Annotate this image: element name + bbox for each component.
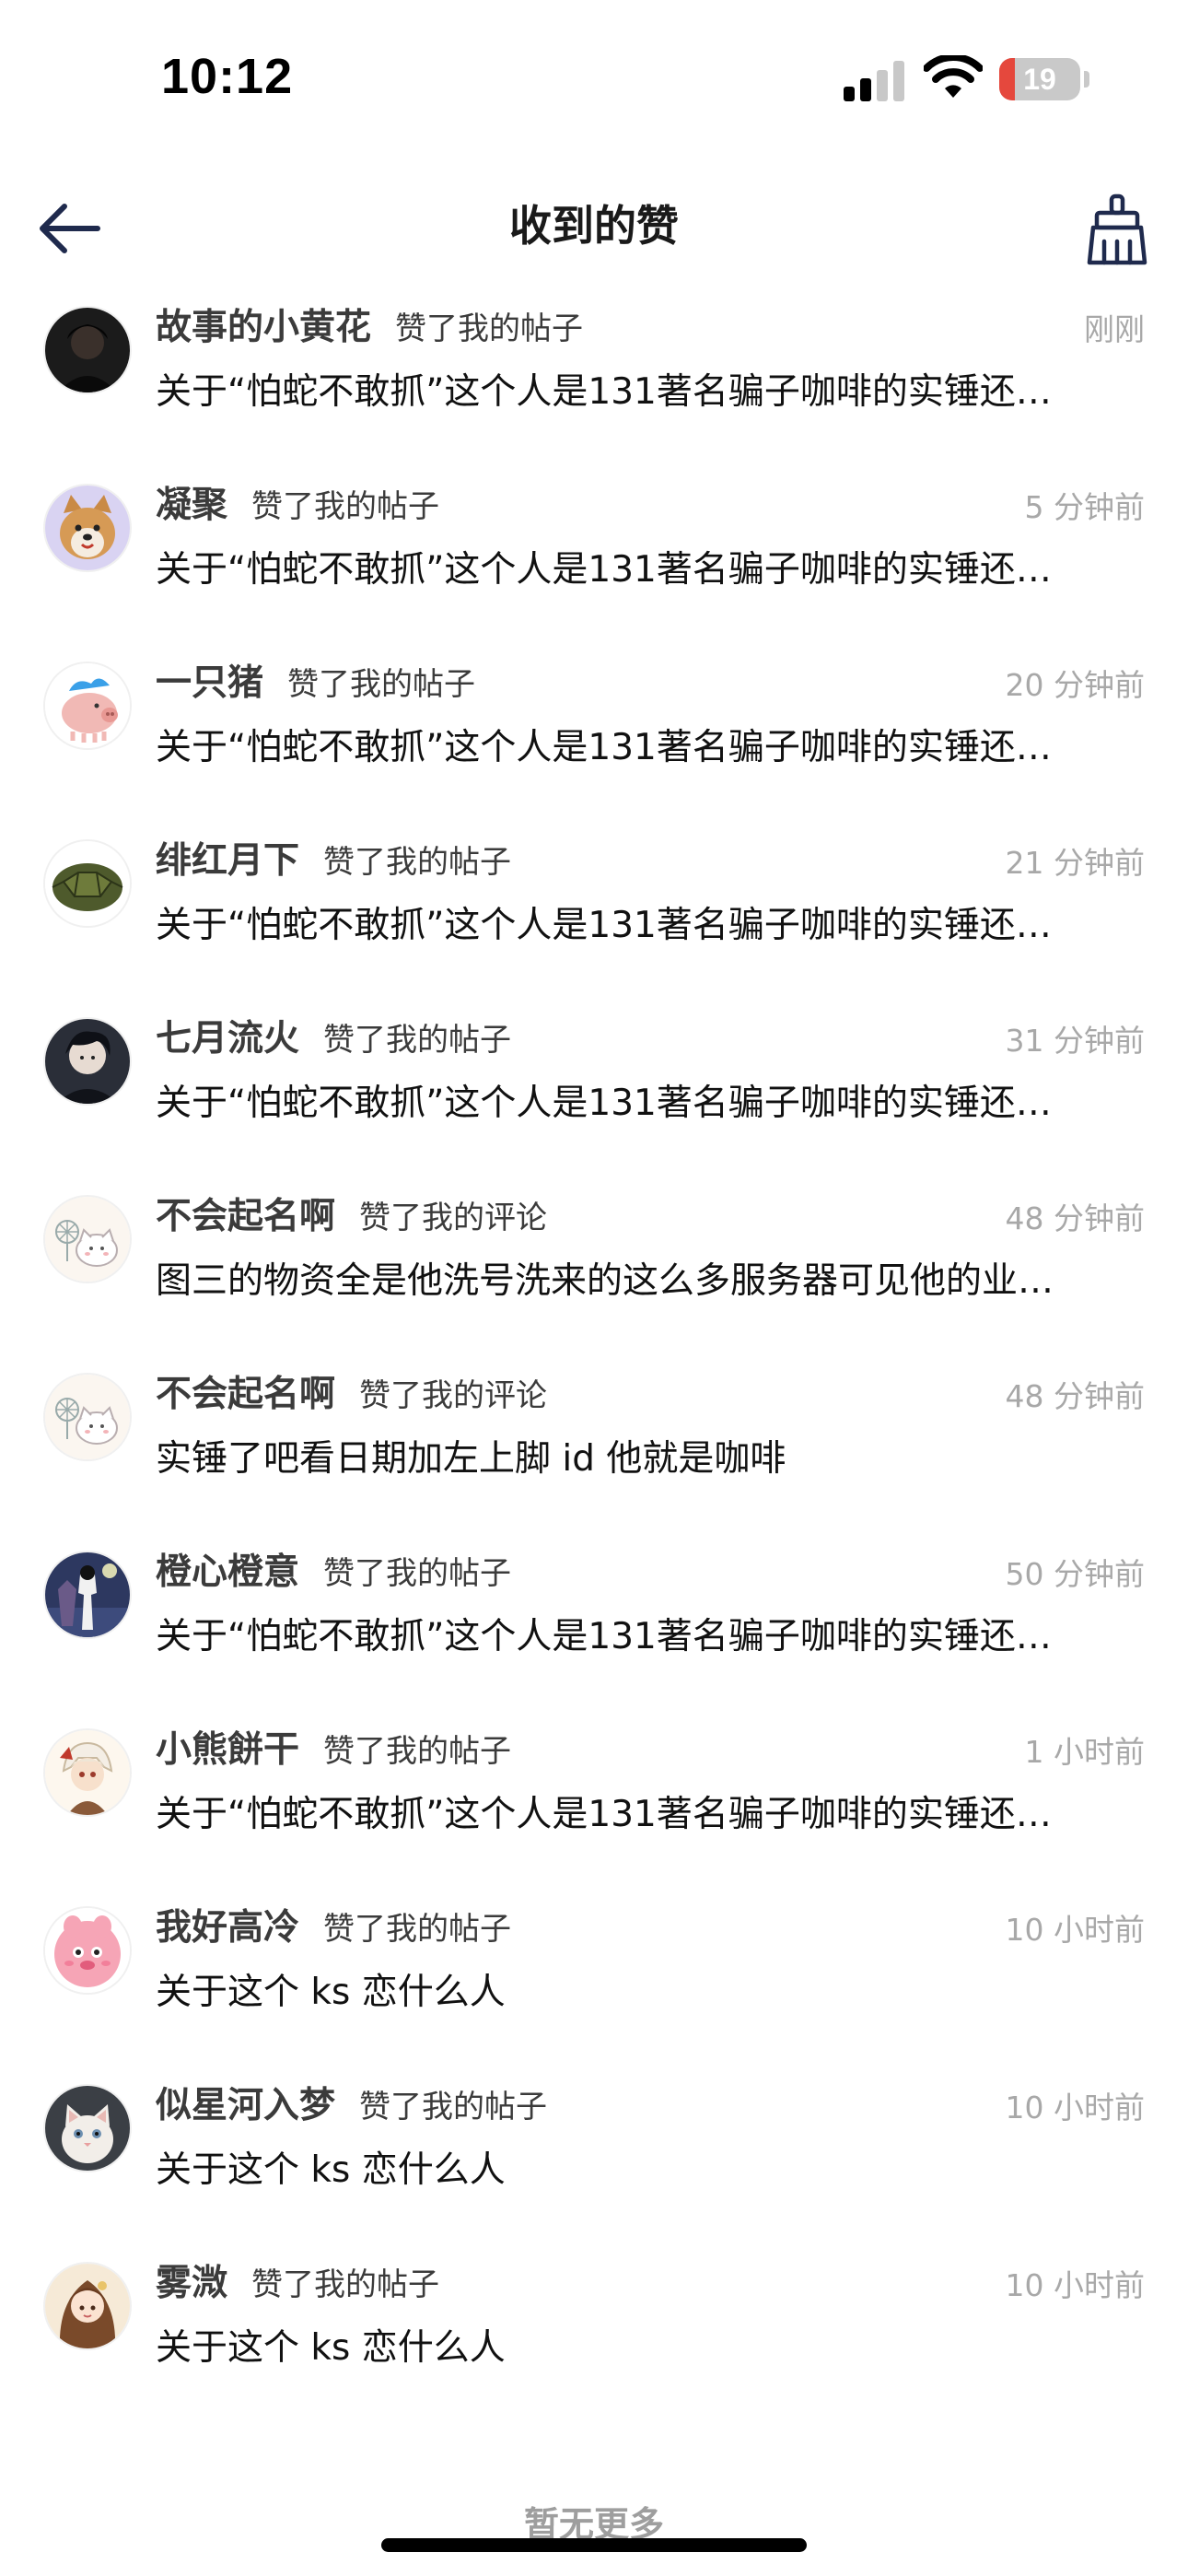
avatar-anime-girl[interactable] xyxy=(45,2264,130,2348)
user-name-line: 凝聚 赞了我的帖子 xyxy=(156,482,439,531)
user-name[interactable]: 小熊餅干 xyxy=(156,1729,299,1771)
user-name-line: 一只猪 赞了我的帖子 xyxy=(156,660,475,708)
avatar-white-kitten[interactable] xyxy=(45,2086,130,2171)
like-action-text: 赞了我的帖子 xyxy=(323,1911,512,1948)
user-name[interactable]: 不会起名啊 xyxy=(156,1374,335,1415)
avatar-pink-pig[interactable] xyxy=(45,663,130,748)
user-name[interactable]: 我好高冷 xyxy=(156,1907,299,1949)
wifi-icon xyxy=(924,55,983,98)
like-timestamp: 1 小时前 xyxy=(1024,1734,1146,1770)
like-action-text: 赞了我的帖子 xyxy=(251,488,440,525)
avatar-pink-blob[interactable] xyxy=(45,1908,130,1993)
content-snippet[interactable]: 关于这个 ks 恋什么人 xyxy=(156,2145,1145,2196)
user-name-line: 橙心橙意 赞了我的帖子 xyxy=(156,1549,511,1598)
content-snippet[interactable]: 关于“怕蛇不敢抓”这个人是131著名骗子咖啡的实锤还… xyxy=(156,544,1145,596)
broom-icon[interactable] xyxy=(1085,193,1149,265)
status-bar: 10:12 19 xyxy=(0,0,1188,157)
avatar-night-figure[interactable] xyxy=(45,1552,130,1637)
avatar-anime-boy[interactable] xyxy=(45,1019,130,1104)
content-snippet[interactable]: 关于“怕蛇不敢抓”这个人是131著名骗子咖啡的实锤还… xyxy=(156,1078,1145,1130)
like-action-text: 赞了我的帖子 xyxy=(323,1555,512,1592)
like-item[interactable]: 不会起名啊 赞了我的评论 48 分钟前图三的物资全是他洗号洗来的这么多服务器可见他的… xyxy=(0,1184,1188,1362)
user-name[interactable]: 凝聚 xyxy=(156,485,227,526)
like-action-text: 赞了我的帖子 xyxy=(359,2089,548,2125)
battery-cap xyxy=(1084,71,1089,88)
like-timestamp: 5 分钟前 xyxy=(1024,489,1146,525)
like-timestamp: 10 小时前 xyxy=(1005,2090,1145,2125)
user-name[interactable]: 橙心橙意 xyxy=(156,1551,299,1593)
avatar-turtle-shell[interactable] xyxy=(45,841,130,926)
like-action-text: 赞了我的帖子 xyxy=(323,1022,512,1059)
battery-icon: 19 xyxy=(999,58,1080,100)
status-time: 10:12 xyxy=(161,49,294,104)
like-item[interactable]: 雾溦 赞了我的帖子 10 小时前关于这个 ks 恋什么人 xyxy=(0,2251,1188,2429)
likes-list: 故事的小黄花 赞了我的帖子 刚刚 关于“怕蛇不敢抓”这个人是131著名骗子咖啡的实锤还… xyxy=(0,295,1188,2429)
content-snippet[interactable]: 实锤了吧看日期加左上脚 id 他就是咖啡 xyxy=(156,1434,1145,1485)
like-action-text: 赞了我的帖子 xyxy=(251,2266,440,2303)
content-snippet[interactable]: 关于这个 ks 恋什么人 xyxy=(156,1967,1145,2019)
like-item[interactable]: 凝聚 赞了我的帖子 5 分钟前关于“怕蛇不敢抓”这个人是131著名骗子咖啡的实锤还… xyxy=(0,473,1188,650)
home-indicator[interactable] xyxy=(381,2538,807,2552)
content-snippet[interactable]: 关于“怕蛇不敢抓”这个人是131著名骗子咖啡的实锤还… xyxy=(156,1611,1145,1663)
content-snippet[interactable]: 关于这个 ks 恋什么人 xyxy=(156,2323,1145,2374)
user-name-line: 我好高冷 赞了我的帖子 xyxy=(156,1904,511,1953)
user-name-line: 七月流火 赞了我的帖子 xyxy=(156,1015,511,1064)
like-timestamp: 21 分钟前 xyxy=(1005,845,1145,881)
like-action-text: 赞了我的帖子 xyxy=(323,844,512,881)
battery-level: 19 xyxy=(1023,63,1056,96)
user-name-line: 小熊餅干 赞了我的帖子 xyxy=(156,1727,511,1775)
like-action-text: 赞了我的帖子 xyxy=(323,1733,512,1770)
user-name[interactable]: 七月流火 xyxy=(156,1018,299,1060)
user-name-line: 故事的小黄花 赞了我的帖子 xyxy=(156,304,583,353)
like-item[interactable]: 七月流火 赞了我的帖子 31 分钟前关于“怕蛇不敢抓”这个人是131著名骗子咖啡的实… xyxy=(0,1006,1188,1184)
like-item[interactable]: 故事的小黄花 赞了我的帖子 刚刚关于“怕蛇不敢抓”这个人是131著名骗子咖啡的实锤还… xyxy=(0,295,1188,473)
content-snippet[interactable]: 关于“怕蛇不敢抓”这个人是131著名骗子咖啡的实锤还… xyxy=(156,722,1145,774)
like-action-text: 赞了我的评论 xyxy=(359,1200,548,1236)
user-name[interactable]: 不会起名啊 xyxy=(156,1196,335,1237)
like-timestamp: 刚刚 xyxy=(1084,311,1145,347)
like-action-text: 赞了我的评论 xyxy=(359,1377,548,1414)
like-timestamp: 10 小时前 xyxy=(1005,2267,1145,2303)
like-timestamp: 10 小时前 xyxy=(1005,1912,1145,1948)
user-name-line: 雾溦 赞了我的帖子 xyxy=(156,2260,439,2309)
like-item[interactable]: 我好高冷 赞了我的帖子 10 小时前关于这个 ks 恋什么人 xyxy=(0,1895,1188,2073)
like-action-text: 赞了我的帖子 xyxy=(395,310,584,347)
content-snippet[interactable]: 关于“怕蛇不敢抓”这个人是131著名骗子咖啡的实锤还… xyxy=(156,367,1145,418)
content-snippet[interactable]: 关于“怕蛇不敢抓”这个人是131著名骗子咖啡的实锤还… xyxy=(156,1789,1145,1841)
avatar-dark-portrait[interactable] xyxy=(45,308,130,392)
user-name-line: 不会起名啊 赞了我的评论 xyxy=(156,1193,547,1242)
avatar-shiba-dog[interactable] xyxy=(45,486,130,570)
user-name[interactable]: 故事的小黄花 xyxy=(156,307,371,348)
avatar-anime-character[interactable] xyxy=(45,1730,130,1815)
user-name[interactable]: 绯红月下 xyxy=(156,840,299,882)
page-title: 收到的赞 xyxy=(509,201,679,251)
user-name[interactable]: 一只猪 xyxy=(156,662,263,704)
like-timestamp: 48 分钟前 xyxy=(1005,1200,1145,1236)
user-name[interactable]: 似星河入梦 xyxy=(156,2085,335,2126)
like-timestamp: 20 分钟前 xyxy=(1005,667,1145,703)
user-name[interactable]: 雾溦 xyxy=(156,2263,227,2304)
signal-icon xyxy=(844,61,904,101)
like-timestamp: 31 分钟前 xyxy=(1005,1023,1145,1059)
avatar-white-cat-sketch[interactable] xyxy=(45,1375,130,1459)
like-action-text: 赞了我的帖子 xyxy=(287,666,476,703)
like-item[interactable]: 绯红月下 赞了我的帖子 21 分钟前关于“怕蛇不敢抓”这个人是131著名骗子咖啡的实… xyxy=(0,828,1188,1006)
like-item[interactable]: 不会起名啊 赞了我的评论 48 分钟前实锤了吧看日期加左上脚 id 他就是咖啡 xyxy=(0,1362,1188,1540)
likes-received-screen: 10:12 19 收到的赞 故事的小黄花 赞了我的帖子 刚刚 关于“怕蛇不敢抓”… xyxy=(0,0,1188,2576)
like-timestamp: 50 分钟前 xyxy=(1005,1556,1145,1592)
content-snippet[interactable]: 关于“怕蛇不敢抓”这个人是131著名骗子咖啡的实锤还… xyxy=(156,900,1145,952)
like-item[interactable]: 一只猪 赞了我的帖子 20 分钟前关于“怕蛇不敢抓”这个人是131著名骗子咖啡的实锤… xyxy=(0,650,1188,828)
like-item[interactable]: 小熊餅干 赞了我的帖子 1 小时前关于“怕蛇不敢抓”这个人是131著名骗子咖啡的实锤… xyxy=(0,1717,1188,1895)
user-name-line: 绯红月下 赞了我的帖子 xyxy=(156,837,511,886)
content-snippet[interactable]: 图三的物资全是他洗号洗来的这么多服务器可见他的业… xyxy=(156,1256,1145,1307)
avatar-white-cat-sketch[interactable] xyxy=(45,1197,130,1282)
like-item[interactable]: 似星河入梦 赞了我的帖子 10 小时前关于这个 ks 恋什么人 xyxy=(0,2073,1188,2251)
user-name-line: 似星河入梦 赞了我的帖子 xyxy=(156,2082,547,2131)
like-item[interactable]: 橙心橙意 赞了我的帖子 50 分钟前关于“怕蛇不敢抓”这个人是131著名骗子咖啡的实… xyxy=(0,1540,1188,1717)
nav-bar: 收到的赞 xyxy=(0,157,1188,295)
like-timestamp: 48 分钟前 xyxy=(1005,1378,1145,1414)
user-name-line: 不会起名啊 赞了我的评论 xyxy=(156,1371,547,1420)
